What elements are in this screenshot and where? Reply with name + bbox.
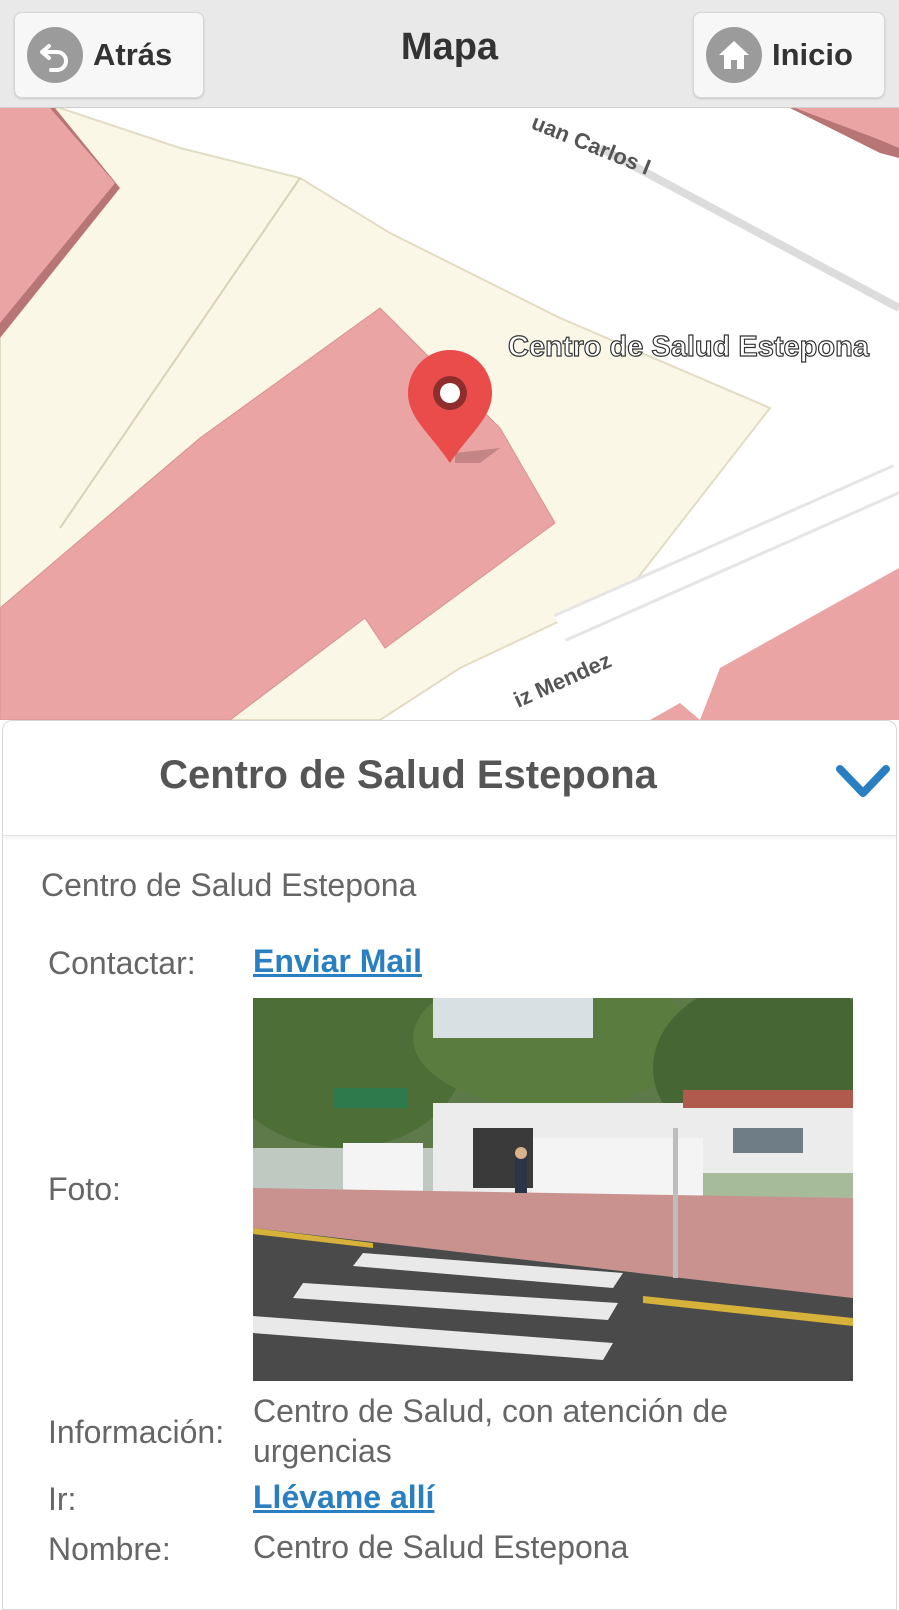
- info-panel-title: Centro de Salud Estepona: [159, 753, 657, 797]
- info-panel-header[interactable]: Centro de Salud Estepona: [3, 721, 896, 836]
- photo-label: Foto:: [48, 1171, 121, 1207]
- info-value: Centro de Salud, con atención de urgenci…: [253, 1393, 728, 1469]
- home-button-label: Inicio: [772, 37, 853, 72]
- chevron-down-icon[interactable]: [834, 761, 892, 801]
- send-mail-link[interactable]: Enviar Mail: [253, 943, 422, 979]
- top-bar: Atrás Mapa Inicio: [0, 0, 899, 108]
- place-subtitle: Centro de Salud Estepona: [41, 867, 417, 903]
- home-button[interactable]: Inicio: [693, 12, 885, 98]
- go-label: Ir:: [48, 1481, 77, 1517]
- contact-label: Contactar:: [48, 945, 196, 981]
- info-label: Información:: [48, 1414, 225, 1450]
- home-icon: [706, 27, 762, 83]
- back-button-label: Atrás: [93, 37, 173, 72]
- poi-label: Centro de Salud Estepona: [508, 331, 870, 363]
- name-value: Centro de Salud Estepona: [253, 1529, 629, 1565]
- place-photo[interactable]: [253, 998, 853, 1381]
- back-button[interactable]: Atrás: [14, 12, 204, 98]
- info-panel: Centro de Salud Estepona Centro de Salud…: [2, 720, 897, 1610]
- map-view[interactable]: uan Carlos I iz Mendez Centro de Salud E…: [0, 108, 899, 720]
- take-me-there-link[interactable]: Llévame allí: [253, 1479, 434, 1515]
- back-arrow-icon: [27, 27, 83, 83]
- name-label: Nombre:: [48, 1531, 171, 1567]
- map-canvas: uan Carlos I iz Mendez Centro de Salud E…: [0, 108, 899, 720]
